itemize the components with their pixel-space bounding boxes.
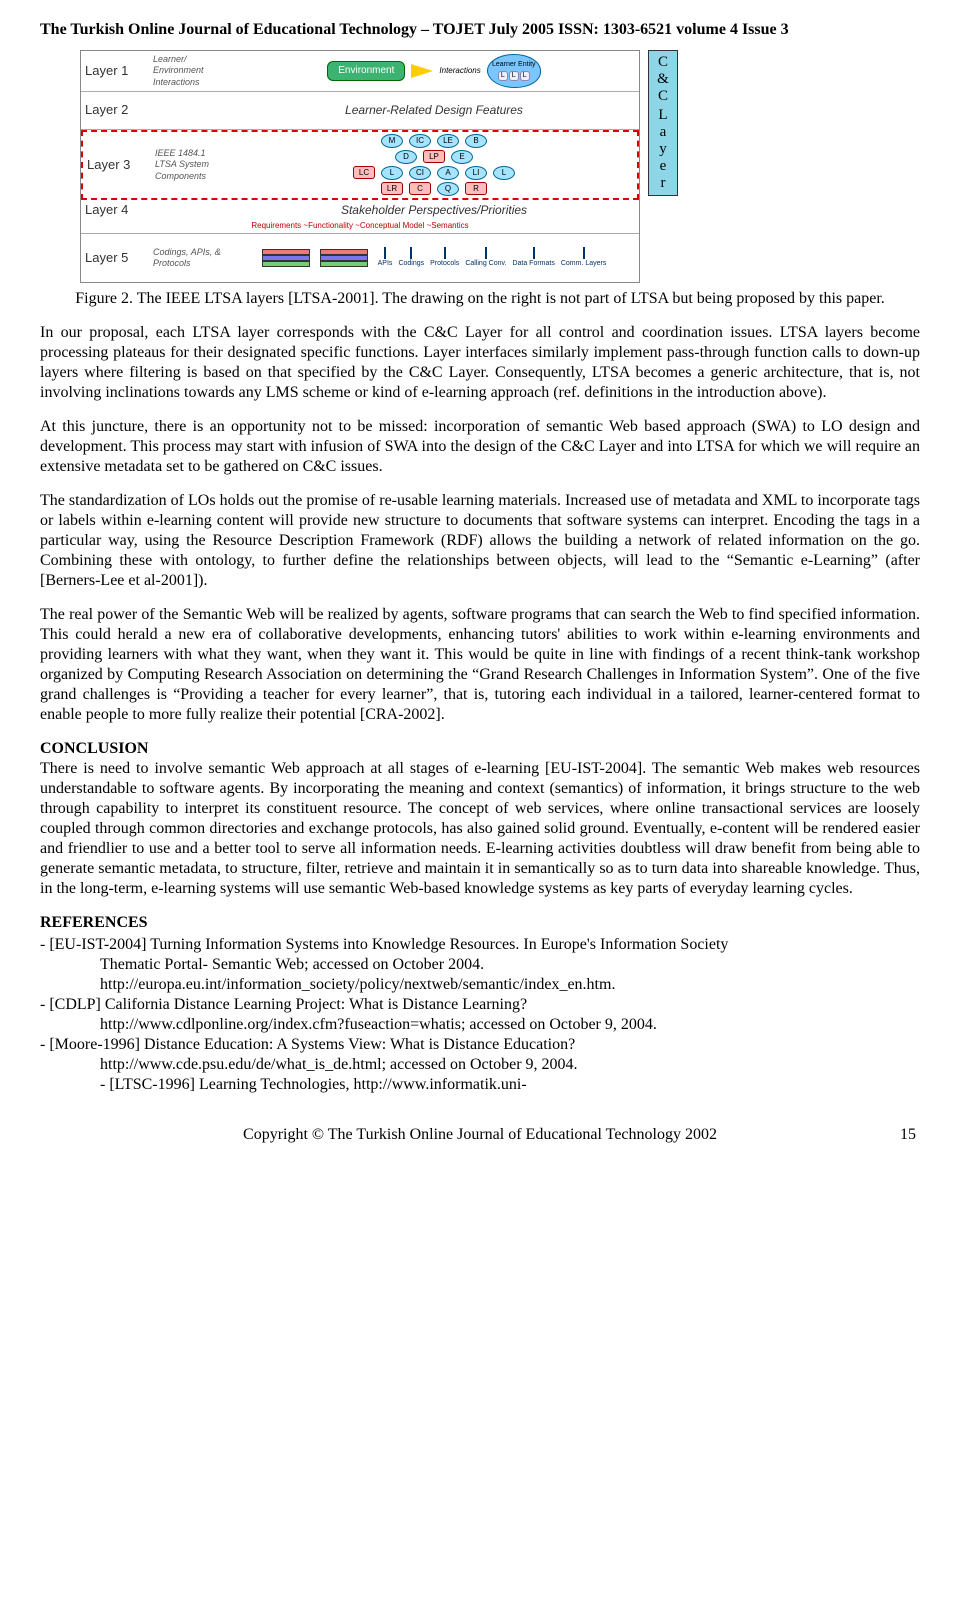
- layer-sub: Codings, APIs, & Protocols: [151, 245, 229, 272]
- ltsa-node: Q: [437, 182, 459, 196]
- references-block: - [EU-IST-2004] Turning Information Syst…: [40, 935, 920, 1095]
- cc-char: &: [657, 72, 669, 87]
- layer4-title: Stakeholder Perspectives/Priorities: [233, 203, 635, 218]
- paragraph-3: The standardization of LOs holds out the…: [40, 491, 920, 591]
- reference-line: - [Moore-1996] Distance Education: A Sys…: [40, 1035, 920, 1055]
- figure-row-layer4: Layer 4 Stakeholder Perspectives/Priorit…: [81, 200, 639, 234]
- ltsa-node: LI: [465, 166, 487, 180]
- figure-main-diagram: Layer 1 Learner/ Environment Interaction…: [80, 50, 640, 283]
- ltsa-node: E: [451, 150, 473, 164]
- paragraph-4: The real power of the Semantic Web will …: [40, 605, 920, 725]
- ltsa-box: C: [409, 182, 431, 195]
- learner-entity-label: Learner Entity: [492, 61, 536, 70]
- layer-label: Layer 1: [81, 61, 151, 81]
- layer-label: Layer 5: [81, 248, 151, 268]
- figure-row-layer3: Layer 3 IEEE 1484.1 LTSA System Componen…: [81, 130, 639, 200]
- ltsa-node: B: [465, 134, 487, 148]
- reference-line: - [LTSC-1996] Learning Technologies, htt…: [40, 1075, 920, 1095]
- ltsa-node: D: [395, 150, 417, 164]
- figure-row-layer5: Layer 5 Codings, APIs, & Protocols APIs …: [81, 234, 639, 282]
- layer5-col: Calling Conv.: [465, 247, 506, 269]
- layer-sub: Learner/ Environment Interactions: [151, 52, 229, 90]
- reference-line: http://europa.eu.int/information_society…: [40, 975, 920, 995]
- ltsa-node: L: [381, 166, 403, 180]
- journal-header: The Turkish Online Journal of Educationa…: [40, 20, 920, 40]
- layer5-stack: [262, 249, 310, 267]
- layer-label: Layer 4: [81, 200, 151, 220]
- ltsa-node: L: [493, 166, 515, 180]
- ltsa-node: IC: [409, 134, 431, 148]
- reference-line: - [EU-IST-2004] Turning Information Syst…: [40, 935, 920, 955]
- reference-line: - [CDLP] California Distance Learning Pr…: [40, 995, 920, 1015]
- ltsa-node: CI: [409, 166, 431, 180]
- layer5-stack: [320, 249, 368, 267]
- cc-char: C: [658, 55, 668, 70]
- cc-char: L: [658, 108, 667, 123]
- learner-mini: L: [509, 71, 519, 82]
- arrow-icon: [411, 64, 433, 78]
- layer-sub: [151, 109, 229, 113]
- page-footer: Copyright © The Turkish Online Journal o…: [40, 1125, 920, 1145]
- figure-caption: Figure 2. The IEEE LTSA layers [LTSA-200…: [40, 289, 920, 309]
- layer5-col: Comm. Layers: [561, 247, 607, 269]
- layer5-col: Data Formats: [512, 247, 554, 269]
- conclusion-heading: CONCLUSION: [40, 739, 920, 759]
- layer2-title: Learner-Related Design Features: [345, 103, 523, 118]
- ltsa-box: LP: [423, 150, 445, 163]
- ltsa-node: M: [381, 134, 403, 148]
- reference-line: Thematic Portal- Semantic Web; accessed …: [40, 955, 920, 975]
- layer5-col: Codings: [398, 247, 424, 269]
- cc-char: a: [660, 125, 667, 140]
- cc-char: C: [658, 89, 668, 104]
- cc-char: e: [660, 159, 667, 174]
- figure-row-layer1: Layer 1 Learner/ Environment Interaction…: [81, 51, 639, 92]
- cc-char: r: [661, 176, 666, 191]
- ltsa-node: LE: [437, 134, 459, 148]
- layer5-col: Protocols: [430, 247, 459, 269]
- page-number: 15: [886, 1125, 916, 1145]
- paragraph-conclusion: There is need to involve semantic Web ap…: [40, 759, 920, 899]
- layer-sub: [151, 209, 229, 213]
- ltsa-node: A: [437, 166, 459, 180]
- copyright-text: Copyright © The Turkish Online Journal o…: [74, 1125, 886, 1145]
- ltsa-box: LC: [353, 166, 375, 179]
- layer-label: Layer 2: [81, 100, 151, 120]
- learner-mini: L: [520, 71, 530, 82]
- figure-row-layer2: Layer 2 Learner-Related Design Features: [81, 92, 639, 130]
- layer-sub: IEEE 1484.1 LTSA System Components: [153, 146, 231, 184]
- paragraph-1: In our proposal, each LTSA layer corresp…: [40, 323, 920, 403]
- reference-line: http://www.cde.psu.edu/de/what_is_de.htm…: [40, 1055, 920, 1075]
- environment-box: Environment: [327, 61, 405, 82]
- layer4-subline: Requirements ~Functionality ~Conceptual …: [81, 221, 639, 231]
- layer-label: Layer 3: [83, 155, 153, 175]
- ltsa-box: LR: [381, 182, 403, 195]
- reference-line: http://www.cdlponline.org/index.cfm?fuse…: [40, 1015, 920, 1035]
- learner-mini: L: [498, 71, 508, 82]
- layer5-col: APIs: [378, 247, 393, 269]
- interactions-label: Interactions: [439, 66, 480, 76]
- learner-entity: Learner Entity L L L: [487, 54, 541, 88]
- ltsa-box: R: [465, 182, 487, 195]
- figure-2: Layer 1 Learner/ Environment Interaction…: [80, 50, 920, 283]
- references-heading: REFERENCES: [40, 913, 920, 933]
- cc-layer-band: C & C L a y e r: [648, 50, 678, 196]
- paragraph-2: At this juncture, there is an opportunit…: [40, 417, 920, 477]
- cc-char: y: [659, 142, 667, 157]
